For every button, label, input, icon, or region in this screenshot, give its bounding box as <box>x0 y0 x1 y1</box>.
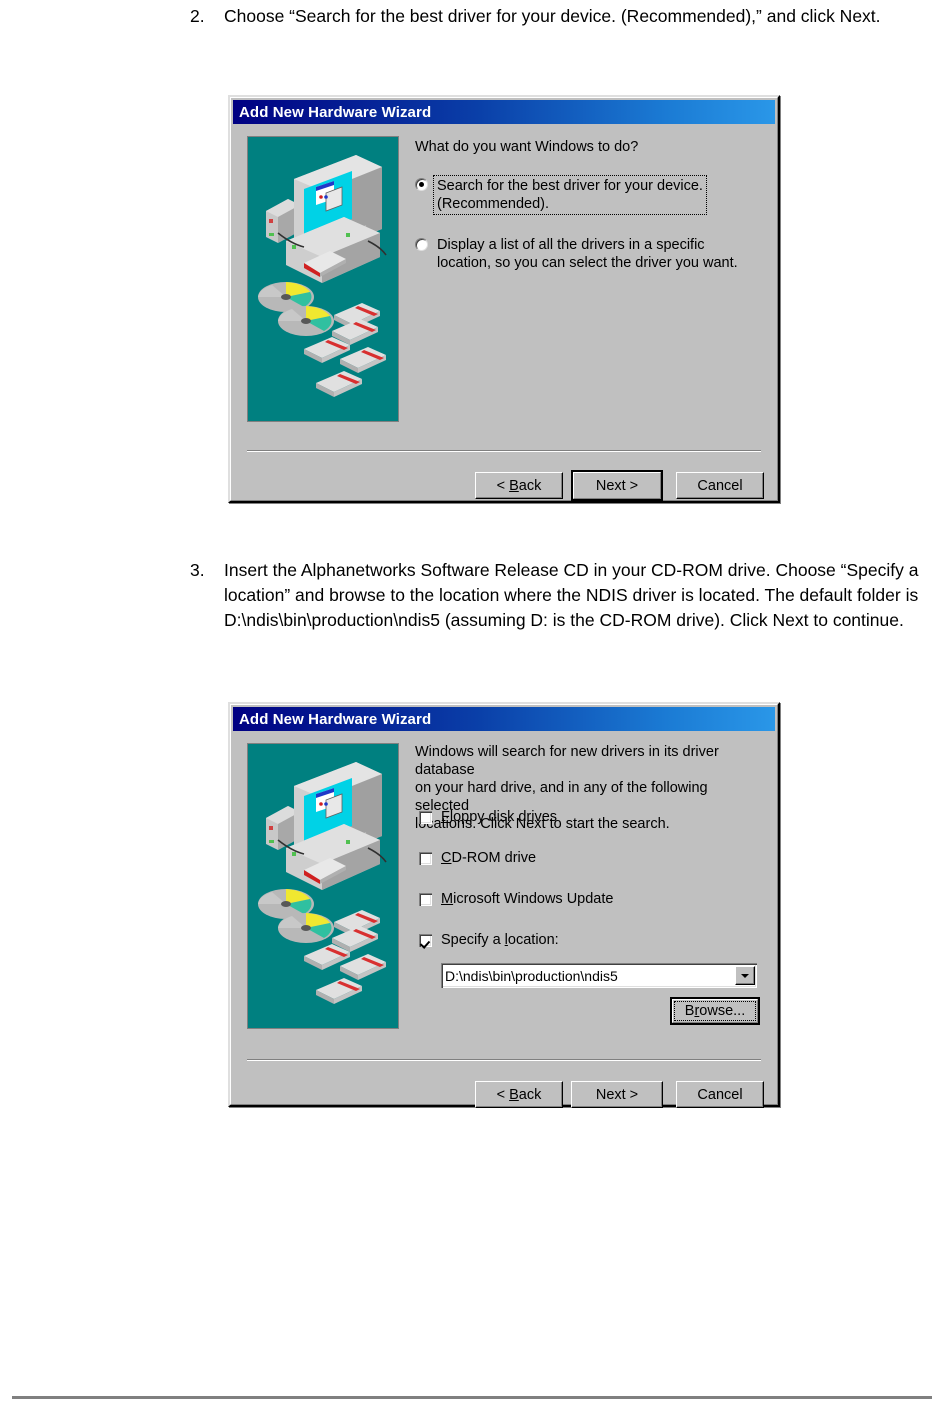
step-number: 3. <box>190 560 205 580</box>
dialog-separator <box>247 450 761 452</box>
radio-option-search-best-driver[interactable]: Search for the best driver for your devi… <box>415 175 707 215</box>
label-rest: icrosoft Windows Update <box>453 891 614 907</box>
checkbox-microsoft-windows-update[interactable]: Microsoft Windows Update <box>419 891 613 907</box>
checkbox-label: Floppy disk drives <box>441 809 557 825</box>
step-text: Insert the Alphanetworks Software Releas… <box>224 560 919 630</box>
add-new-hardware-wizard-dialog-1[interactable]: Add New Hardware Wizard What do you want… <box>228 95 780 503</box>
dialog-title: Add New Hardware Wizard <box>239 710 432 728</box>
back-accel: B <box>509 477 519 494</box>
dialog-titlebar: Add New Hardware Wizard <box>233 100 775 124</box>
label-rest: owse... <box>699 1003 746 1019</box>
radio-label-line2: location, so you can select the driver y… <box>437 255 738 271</box>
wizard-illustration-panel <box>247 743 399 1029</box>
computer-and-media-illustration <box>248 137 398 421</box>
dialog-title: Add New Hardware Wizard <box>239 103 432 121</box>
checkbox-icon[interactable] <box>419 892 432 906</box>
page-footer-rule <box>12 1396 932 1399</box>
radio-button-icon[interactable] <box>415 238 428 251</box>
checkbox-floppy-disk-drives[interactable]: Floppy disk drives <box>419 809 557 825</box>
dialog-body: What do you want Windows to do? Search f… <box>233 124 775 501</box>
radio-button-icon[interactable] <box>415 178 428 191</box>
wizard-illustration-panel <box>247 136 399 422</box>
label-pre: B <box>684 1003 695 1019</box>
cancel-button[interactable]: Cancel <box>676 472 764 499</box>
accel-char: F <box>441 809 450 825</box>
location-combobox-value: D:\ndis\bin\production\ndis5 <box>445 967 618 984</box>
browse-button-label: Browse... <box>685 1003 745 1019</box>
radio-label-line2: (Recommended). <box>437 196 550 212</box>
radio-option-display-driver-list[interactable]: Display a list of all the drivers in a s… <box>415 236 738 272</box>
dialog-content-area: What do you want Windows to do? <box>415 138 755 156</box>
step-number: 2. <box>190 6 205 26</box>
radio-label-line1: Search for the best driver for your devi… <box>437 178 703 194</box>
back-accel: B <box>509 1086 519 1103</box>
radio-label-group: Display a list of all the drivers in a s… <box>437 236 738 272</box>
checkbox-label: Specify a location: <box>441 932 559 948</box>
step-text: Choose “Search for the best driver for y… <box>224 6 881 26</box>
arrow-glyph <box>741 973 749 978</box>
checkbox-label: CD-ROM drive <box>441 850 536 866</box>
checkbox-icon[interactable] <box>419 933 432 947</box>
dialog-prompt: What do you want Windows to do? <box>415 139 639 155</box>
checkbox-icon[interactable] <box>419 851 432 865</box>
chevron-down-icon[interactable] <box>735 966 755 985</box>
dialog-body: Windows will search for new drivers in i… <box>233 731 775 1108</box>
checkbox-cd-rom-drive[interactable]: CD-ROM drive <box>419 850 536 866</box>
checkbox-label: Microsoft Windows Update <box>441 891 613 907</box>
label-rest: D-ROM drive <box>451 850 537 866</box>
label-rest: ocation: <box>507 932 559 948</box>
computer-and-media-illustration <box>248 744 398 1028</box>
accel-char: M <box>441 891 454 907</box>
location-combobox[interactable]: D:\ndis\bin\production\ndis5 <box>441 963 757 988</box>
dialog-titlebar: Add New Hardware Wizard <box>233 707 775 731</box>
checkbox-icon[interactable] <box>419 810 432 824</box>
label-rest: loppy disk drives <box>449 809 558 825</box>
dialog-separator <box>247 1059 761 1061</box>
back-button[interactable]: < Back <box>475 472 563 499</box>
next-button-label: Next > <box>595 1086 639 1103</box>
next-button[interactable]: Next > <box>571 470 663 501</box>
add-new-hardware-wizard-dialog-2[interactable]: Add New Hardware Wizard Windows will sea… <box>228 702 780 1108</box>
radio-focus-rectangle: Search for the best driver for your devi… <box>433 175 707 215</box>
browse-button[interactable]: Browse... <box>670 997 760 1025</box>
cancel-button-label: Cancel <box>697 1086 743 1103</box>
label-pre: Specify a <box>441 932 505 948</box>
cancel-button[interactable]: Cancel <box>676 1081 764 1108</box>
dialog-prompt-line1: Windows will search for new drivers in i… <box>415 744 719 778</box>
back-button-label: < Back <box>496 1086 542 1103</box>
back-button-label: < Back <box>496 477 542 494</box>
back-button[interactable]: < Back <box>475 1081 563 1108</box>
next-button[interactable]: Next > <box>571 1081 663 1108</box>
instruction-step-2: 2. Choose “Search for the best driver fo… <box>190 4 936 29</box>
checkbox-specify-a-location[interactable]: Specify a location: <box>419 932 559 948</box>
accel-char: C <box>441 850 452 866</box>
radio-label-line1: Display a list of all the drivers in a s… <box>437 237 705 253</box>
instruction-step-3: 3. Insert the Alphanetworks Software Rel… <box>190 558 936 633</box>
cancel-button-label: Cancel <box>697 477 743 494</box>
next-button-label: Next > <box>595 477 639 494</box>
